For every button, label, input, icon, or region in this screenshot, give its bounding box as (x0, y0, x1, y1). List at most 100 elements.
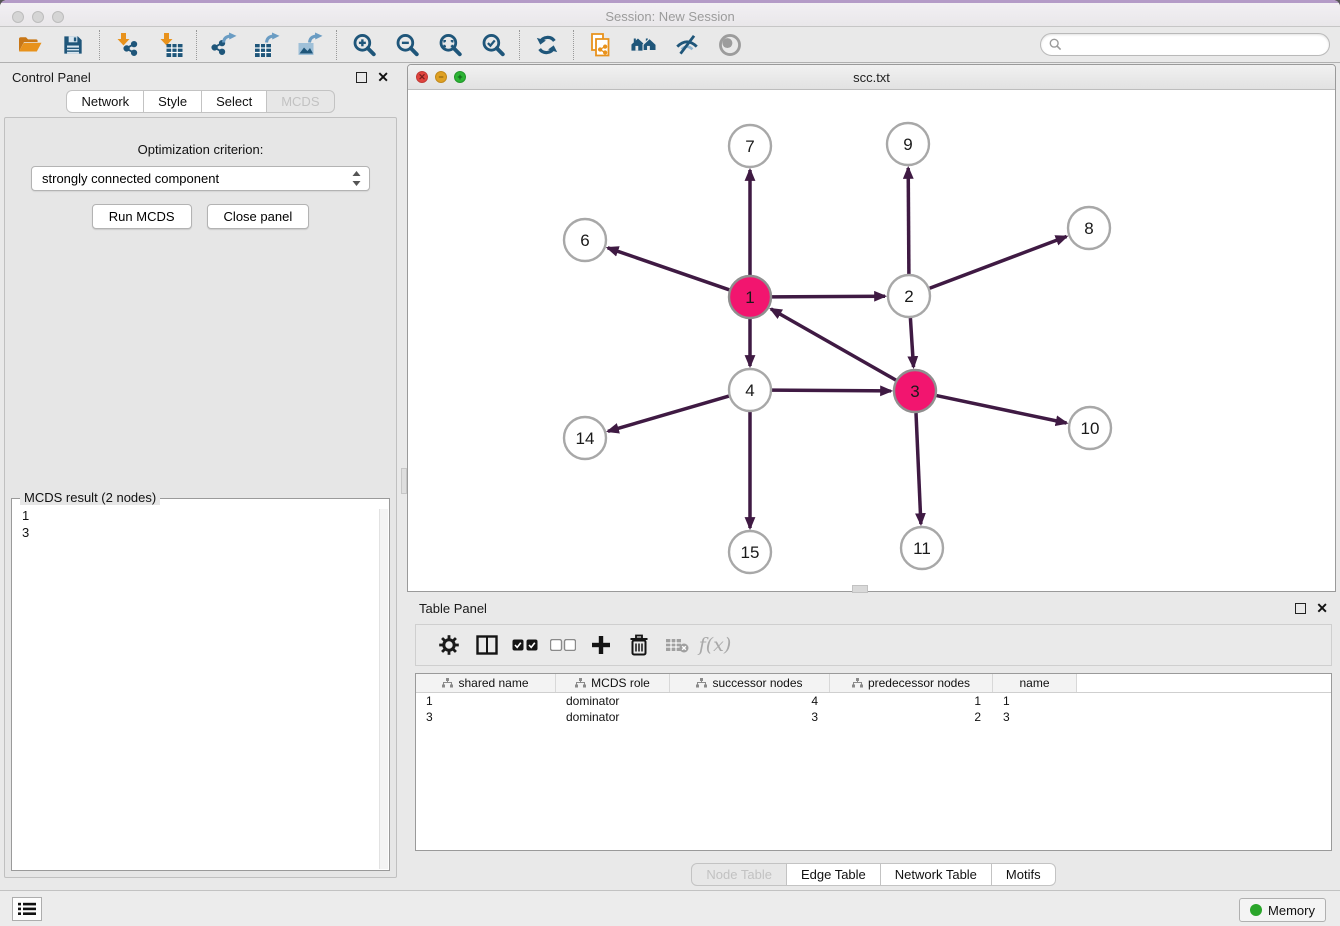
float-table-panel-icon[interactable] (1295, 603, 1306, 614)
control-tab-style[interactable]: Style (143, 90, 202, 113)
control-panel-title: Control Panel (12, 70, 91, 85)
column-header-predecessor-nodes[interactable]: predecessor nodes (830, 674, 993, 692)
close-panel-button[interactable]: Close panel (207, 204, 310, 229)
close-panel-icon[interactable]: ✕ (377, 72, 389, 83)
table-splitter-handle[interactable] (852, 585, 868, 593)
export-network-icon[interactable] (202, 30, 245, 60)
column-header-successor-nodes[interactable]: successor nodes (670, 674, 830, 692)
node-7[interactable]: 7 (729, 125, 771, 167)
zoom-out-icon[interactable] (385, 30, 428, 60)
table-tab-network-table[interactable]: Network Table (880, 863, 992, 886)
node-6[interactable]: 6 (564, 219, 606, 261)
svg-text:1: 1 (745, 288, 754, 307)
node-3[interactable]: 3 (894, 370, 936, 412)
node-15[interactable]: 15 (729, 531, 771, 573)
zoom-in-icon[interactable] (342, 30, 385, 60)
close-table-panel-icon[interactable]: ✕ (1316, 603, 1328, 614)
open-session-icon[interactable] (8, 30, 51, 60)
column-header-shared-name[interactable]: shared name (416, 674, 556, 692)
table-cell[interactable]: 1 (830, 693, 993, 709)
svg-text:7: 7 (745, 137, 754, 156)
import-network-icon[interactable] (105, 30, 148, 60)
delete-table-icon[interactable] (658, 628, 696, 662)
table-row[interactable]: 1dominator411 (416, 693, 1331, 709)
import-table-icon[interactable] (148, 30, 191, 60)
svg-text:8: 8 (1084, 219, 1093, 238)
show-column-icon[interactable] (468, 628, 506, 662)
first-neighbors-icon[interactable] (622, 30, 665, 60)
optimization-select[interactable]: strongly connected component (31, 166, 370, 191)
mcds-result-title: MCDS result (2 nodes) (20, 490, 160, 505)
table-cell[interactable]: 3 (993, 709, 1077, 725)
node-14[interactable]: 14 (564, 417, 606, 459)
column-type-icon (696, 678, 707, 688)
column-header-name[interactable]: name (993, 674, 1077, 692)
node-2[interactable]: 2 (888, 275, 930, 317)
svg-text:6: 6 (580, 231, 589, 250)
table-panel-title: Table Panel (419, 601, 487, 616)
node-4[interactable]: 4 (729, 369, 771, 411)
edge-2-8[interactable] (930, 237, 1067, 289)
edge-3-1[interactable] (771, 309, 896, 380)
table-cell[interactable]: 1 (416, 693, 556, 709)
deselect-all-check-icon[interactable] (544, 628, 582, 662)
birdseye-view-icon[interactable] (708, 30, 751, 60)
table-cell[interactable]: 4 (670, 693, 830, 709)
float-panel-icon[interactable] (356, 72, 367, 83)
table-cell[interactable]: 1 (993, 693, 1077, 709)
zoom-fit-icon[interactable] (428, 30, 471, 60)
edge-2-3[interactable] (910, 318, 913, 367)
select-all-check-icon[interactable] (506, 628, 544, 662)
search-input[interactable] (1067, 36, 1321, 53)
search-field[interactable] (1040, 33, 1330, 56)
apply-preferred-layout-icon[interactable] (525, 30, 568, 60)
table-tab-node-table[interactable]: Node Table (691, 863, 787, 886)
table-cell[interactable]: dominator (556, 709, 670, 725)
save-session-icon[interactable] (51, 30, 94, 60)
task-history-button[interactable] (12, 897, 42, 921)
node-8[interactable]: 8 (1068, 207, 1110, 249)
mcds-result-list: 13 (12, 499, 389, 549)
run-mcds-button[interactable]: Run MCDS (92, 204, 192, 229)
control-tab-network[interactable]: Network (66, 90, 144, 113)
edge-3-11[interactable] (916, 413, 921, 524)
edge-4-3[interactable] (772, 390, 891, 391)
control-tab-select[interactable]: Select (201, 90, 267, 113)
table-header-row: shared nameMCDS rolesuccessor nodesprede… (416, 674, 1331, 693)
clone-network-icon[interactable] (579, 30, 622, 60)
network-canvas[interactable]: 1 2 3 4 6 7 8 9 10 11 14 15 (408, 90, 1335, 592)
delete-row-icon[interactable] (620, 628, 658, 662)
control-tab-mcds[interactable]: MCDS (266, 90, 334, 113)
memory-button[interactable]: Memory (1239, 898, 1326, 922)
svg-text:4: 4 (745, 381, 754, 400)
table-tab-edge-table[interactable]: Edge Table (786, 863, 881, 886)
node-10[interactable]: 10 (1069, 407, 1111, 449)
result-scrollbar[interactable] (379, 509, 388, 869)
table-cell[interactable]: 3 (670, 709, 830, 725)
edge-2-9[interactable] (908, 168, 909, 274)
table-settings-icon[interactable] (430, 628, 468, 662)
export-image-icon[interactable] (288, 30, 331, 60)
network-window: ✕ − + scc.txt 1234678910111415 (407, 64, 1336, 592)
table-cell[interactable]: 3 (416, 709, 556, 725)
export-table-icon[interactable] (245, 30, 288, 60)
network-graph[interactable]: 1 2 3 4 6 7 8 9 10 11 14 15 (408, 90, 1333, 590)
node-9[interactable]: 9 (887, 123, 929, 165)
toggle-graphics-details-icon[interactable] (665, 30, 708, 60)
apply-function-icon[interactable]: f(x) (696, 628, 734, 662)
table-cell[interactable]: dominator (556, 693, 670, 709)
edge-4-14[interactable] (608, 396, 729, 431)
add-row-icon[interactable] (582, 628, 620, 662)
select-arrows-icon (352, 171, 361, 186)
node-1[interactable]: 1 (729, 276, 771, 318)
table-tab-motifs[interactable]: Motifs (991, 863, 1056, 886)
table-row[interactable]: 3dominator323 (416, 709, 1331, 725)
edge-1-2[interactable] (772, 296, 885, 297)
edge-3-10[interactable] (937, 396, 1067, 423)
node-11[interactable]: 11 (901, 527, 943, 569)
edge-1-6[interactable] (608, 248, 730, 290)
column-header-mcds-role[interactable]: MCDS role (556, 674, 670, 692)
table-cell[interactable]: 2 (830, 709, 993, 725)
zoom-selected-icon[interactable] (471, 30, 514, 60)
search-icon (1049, 38, 1062, 51)
